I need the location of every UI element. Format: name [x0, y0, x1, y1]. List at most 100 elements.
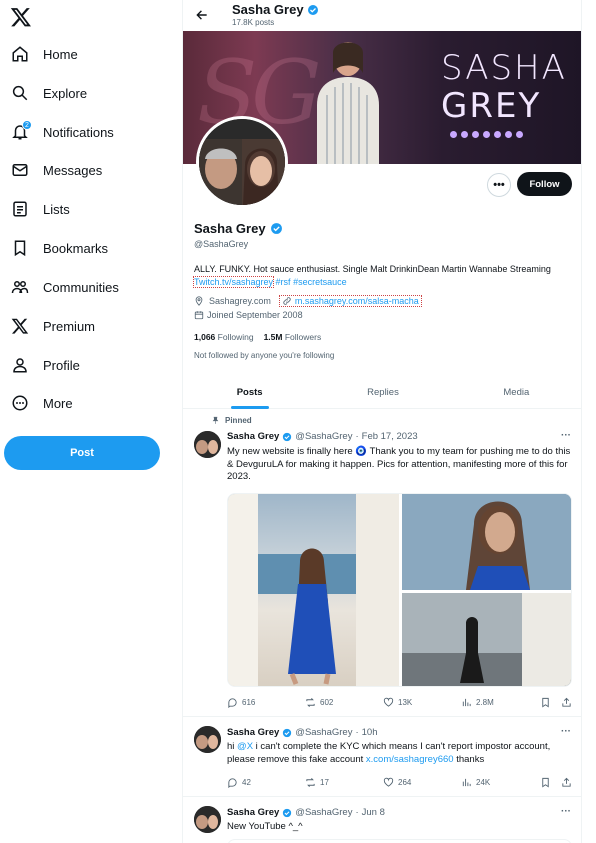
profile-avatar[interactable]: [196, 116, 288, 208]
post-date[interactable]: 10h: [362, 727, 378, 738]
post-avatar[interactable]: [194, 431, 221, 458]
banner-social-icons: [441, 131, 531, 138]
bookmark-icon[interactable]: [540, 697, 551, 708]
post-text: hi @X i can't complete the KYC which mea…: [227, 741, 551, 765]
post-more-icon[interactable]: ···: [561, 430, 571, 441]
post-photo[interactable]: [402, 593, 571, 686]
profile-name-text: Sasha Grey: [194, 221, 266, 236]
header-name-text: Sasha Grey: [232, 2, 304, 17]
reply-button[interactable]: 42: [227, 777, 305, 788]
bookmark-icon[interactable]: [540, 777, 551, 788]
post-handle[interactable]: @SashaGrey: [295, 727, 352, 738]
list-icon: [6, 195, 34, 223]
notification-badge: 2: [22, 120, 32, 130]
back-arrow-icon[interactable]: [193, 6, 211, 24]
sidebar-item-more[interactable]: More: [6, 388, 156, 418]
post-item[interactable]: Sasha Grey @SashaGrey · Feb 17, 2023 ···…: [183, 410, 581, 717]
post-more-icon[interactable]: ···: [561, 806, 571, 817]
profile-meta-row: Sashagrey.com m.sashagrey.com/salsa-mach…: [194, 295, 422, 307]
post-header: Sasha Grey @SashaGrey · Feb 17, 2023: [227, 431, 418, 442]
bio-twitch-link[interactable]: Twitch.tv/sashagrey: [192, 276, 275, 288]
post-avatar[interactable]: [194, 806, 221, 833]
post-avatar[interactable]: [194, 726, 221, 753]
repost-button[interactable]: 602: [305, 697, 383, 708]
like-button[interactable]: 13K: [383, 697, 461, 708]
sidebar-item-notifications[interactable]: 2 Notifications: [6, 117, 156, 147]
tab-posts[interactable]: Posts: [183, 376, 316, 409]
post-author-name[interactable]: Sasha Grey: [227, 727, 279, 738]
sidebar-item-explore[interactable]: Explore: [6, 78, 156, 108]
post-actions: 616 602 13K 2.8M: [227, 697, 572, 708]
reply-button[interactable]: 616: [227, 697, 305, 708]
profile-more-button[interactable]: •••: [487, 173, 511, 197]
repost-count: 17: [320, 778, 329, 787]
sidebar-item-label: Notifications: [43, 124, 114, 140]
bio-hashtag-secretsauce[interactable]: #secretsauce: [293, 277, 347, 287]
verified-badge-icon: [283, 432, 292, 441]
banner-logo-line2: GREY: [441, 86, 542, 126]
search-icon: [6, 79, 34, 107]
follow-button[interactable]: Follow: [517, 172, 572, 196]
calendar-icon: [194, 311, 204, 320]
post-header: Sasha Grey @SashaGrey · 10h: [227, 727, 378, 738]
sidebar-item-home[interactable]: Home: [6, 39, 156, 69]
tab-replies[interactable]: Replies: [316, 376, 449, 408]
sidebar-item-premium[interactable]: Premium: [6, 311, 156, 341]
profile-website[interactable]: m.sashagrey.com/salsa-macha: [278, 295, 422, 307]
views-count: 24K: [476, 778, 491, 787]
post-media-grid[interactable]: [227, 493, 572, 687]
sidebar-item-label: Messages: [43, 162, 103, 178]
sidebar-item-label: Home: [43, 46, 78, 62]
post-date[interactable]: Feb 17, 2023: [362, 431, 418, 442]
views-count: 2.8M: [476, 698, 494, 707]
sidebar-item-label: Premium: [43, 318, 96, 334]
post-photo[interactable]: [228, 494, 399, 686]
x-logo-icon[interactable]: [10, 6, 32, 28]
sidebar-item-label: Bookmarks: [43, 240, 109, 256]
bio-hashtag-rsf[interactable]: #rsf: [276, 277, 291, 287]
post-date[interactable]: Jun 8: [362, 807, 385, 818]
post-photo[interactable]: [402, 494, 571, 590]
people-icon: [6, 273, 34, 301]
sidebar-item-communities[interactable]: Communities: [6, 272, 156, 302]
share-icon[interactable]: [561, 777, 572, 788]
post-author-name[interactable]: Sasha Grey: [227, 807, 279, 818]
following-count[interactable]: 1,066 Following: [194, 332, 254, 342]
profile-website-link[interactable]: m.sashagrey.com/salsa-macha: [295, 296, 419, 306]
repost-button[interactable]: 17: [305, 777, 383, 788]
tab-media[interactable]: Media: [450, 376, 581, 408]
like-button[interactable]: 264: [383, 777, 461, 788]
like-count: 13K: [398, 698, 413, 707]
post-author-name[interactable]: Sasha Grey: [227, 431, 279, 442]
sidebar-item-profile[interactable]: Profile: [6, 350, 156, 380]
reply-icon: [228, 778, 237, 788]
post-more-icon[interactable]: ···: [561, 726, 571, 737]
verified-badge-icon: [270, 223, 282, 234]
sidebar-item-label: More: [43, 395, 73, 411]
views-button[interactable]: 24K: [461, 777, 539, 788]
sidebar-item-messages[interactable]: Messages: [6, 155, 156, 185]
not-followed-note: Not followed by anyone you're following: [194, 351, 335, 360]
followers-count[interactable]: 1.5M Followers: [264, 332, 322, 342]
views-button[interactable]: 2.8M: [461, 697, 539, 708]
reply-count: 42: [242, 778, 251, 787]
post-embed-card[interactable]: [227, 839, 572, 843]
post-handle[interactable]: @SashaGrey: [295, 807, 352, 818]
post-text: New YouTube ^_^: [227, 821, 303, 832]
sidebar: Home Explore 2 Notifications Messages Li…: [0, 0, 182, 843]
post-button[interactable]: Post: [4, 436, 160, 470]
sidebar-item-lists[interactable]: Lists: [6, 194, 156, 224]
repost-icon: [306, 698, 315, 707]
post-link[interactable]: x.com/sashagrey660: [366, 754, 454, 765]
views-icon: [462, 698, 471, 707]
post-header: Sasha Grey @SashaGrey · Jun 8: [227, 807, 385, 818]
post-item[interactable]: Sasha Grey @SashaGrey · 10h ··· hi @X i …: [183, 717, 581, 797]
sidebar-item-bookmarks[interactable]: Bookmarks: [6, 233, 156, 263]
post-item[interactable]: Sasha Grey @SashaGrey · Jun 8 ··· New Yo…: [183, 797, 581, 843]
share-icon[interactable]: [561, 697, 572, 708]
post-handle[interactable]: @SashaGrey: [295, 431, 352, 442]
profile-joined: Joined September 2008: [207, 310, 303, 320]
verified-badge-icon: [283, 808, 292, 817]
mention-link[interactable]: @X: [237, 741, 253, 752]
banner-logo: SASHA GREY: [441, 49, 565, 159]
